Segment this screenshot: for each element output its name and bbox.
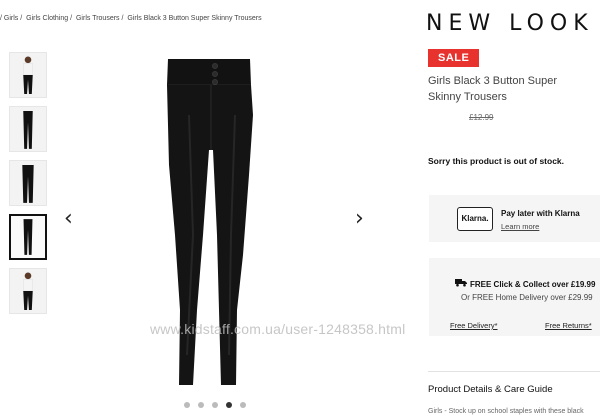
carousel-dot[interactable]: [184, 402, 190, 408]
chevron-right-icon: ›: [355, 206, 364, 231]
thumbnail-5[interactable]: [9, 268, 47, 314]
free-returns-link[interactable]: Free Returns*: [545, 321, 592, 330]
truck-icon: [455, 278, 467, 289]
thumbnail-image: [23, 219, 33, 255]
carousel-dot[interactable]: [212, 402, 218, 408]
main-product-image: [135, 55, 335, 400]
klarna-panel: Klarna. Pay later with Klarna Learn more: [429, 195, 600, 242]
home-delivery-text: Or FREE Home Delivery over £29.99: [461, 293, 593, 302]
klarna-learn-more-link[interactable]: Learn more: [501, 222, 539, 231]
carousel-dots: [184, 402, 246, 408]
old-price: £12.99: [469, 113, 494, 122]
breadcrumb-girls-clothing[interactable]: Girls Clothing /: [26, 15, 72, 22]
breadcrumb: / Girls / Girls Clothing / Girls Trouser…: [0, 15, 264, 22]
chevron-left-icon: ‹: [64, 206, 73, 231]
thumbnail-image: [23, 56, 33, 94]
thumbnail-image: [23, 272, 33, 310]
click-collect-text: FREE Click & Collect over £19.99: [470, 280, 596, 289]
brand-logo[interactable]: NEW LOOK: [426, 11, 594, 36]
product-details-text: Girls - Stock up on school staples with …: [428, 408, 584, 415]
carousel-dot-active[interactable]: [226, 402, 232, 408]
klarna-logo: Klarna.: [457, 207, 493, 231]
free-delivery-link[interactable]: Free Delivery*: [450, 321, 498, 330]
thumbnail-3[interactable]: [9, 160, 47, 206]
next-image-button[interactable]: ›: [355, 206, 364, 231]
breadcrumb-current: Girls Black 3 Button Super Skinny Trouse…: [127, 15, 262, 22]
stock-message: Sorry this product is out of stock.: [428, 156, 565, 166]
divider: [428, 371, 600, 372]
thumbnail-image: [22, 165, 34, 203]
klarna-title: Pay later with Klarna: [501, 209, 580, 218]
thumbnail-image: [23, 111, 33, 149]
carousel-dot[interactable]: [240, 402, 246, 408]
product-details-heading[interactable]: Product Details & Care Guide: [428, 384, 553, 395]
sale-badge: SALE: [428, 49, 480, 67]
breadcrumb-girls-trousers[interactable]: Girls Trousers /: [76, 15, 123, 22]
trousers-image: [167, 59, 253, 385]
watermark: www.kidstaff.com.ua/user-1248358.html: [150, 321, 406, 337]
thumbnail-4[interactable]: [9, 214, 47, 260]
thumbnail-1[interactable]: [9, 52, 47, 98]
product-title: Girls Black 3 Button Super Skinny Trouse…: [428, 75, 558, 103]
breadcrumb-girls[interactable]: / Girls /: [0, 15, 22, 22]
previous-image-button[interactable]: ‹: [64, 206, 73, 231]
thumbnail-2[interactable]: [9, 106, 47, 152]
carousel-dot[interactable]: [198, 402, 204, 408]
thumbnail-list: [9, 52, 49, 322]
delivery-panel: FREE Click & Collect over £19.99 Or FREE…: [429, 258, 600, 336]
